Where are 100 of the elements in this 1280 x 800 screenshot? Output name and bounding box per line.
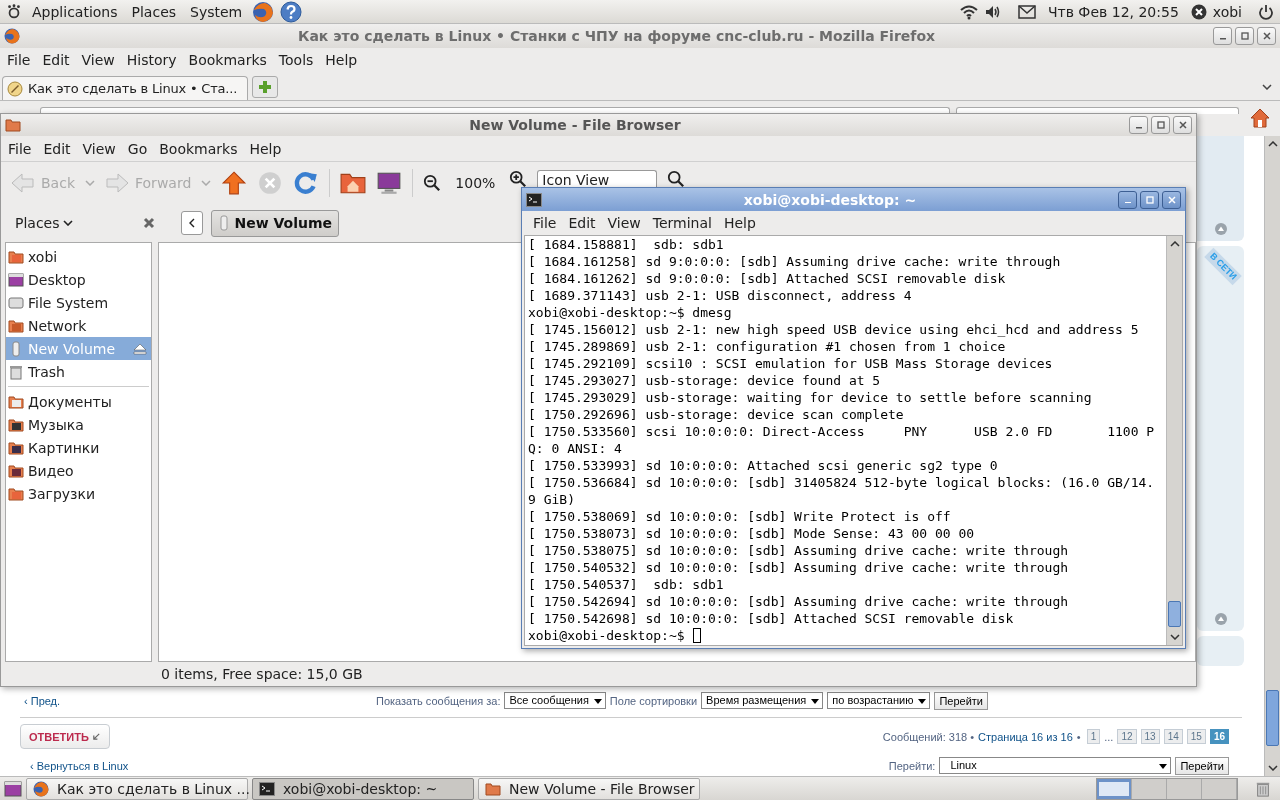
- close-button[interactable]: [1173, 116, 1192, 134]
- view-select[interactable]: Icon View: [537, 170, 658, 187]
- show-desktop-icon[interactable]: [4, 780, 22, 797]
- globe-icon[interactable]: [252, 0, 275, 23]
- sidebar-item[interactable]: Network: [6, 314, 151, 337]
- browser-tab[interactable]: Как это сделать в Linux • Ста...: [2, 76, 248, 100]
- minimize-button[interactable]: [1213, 27, 1232, 45]
- maximize-button[interactable]: [1235, 27, 1254, 45]
- power-icon[interactable]: [1258, 3, 1274, 20]
- caret-down-icon[interactable]: [1267, 765, 1278, 771]
- scrollbar[interactable]: [1166, 236, 1182, 645]
- clock[interactable]: Чтв Фев 12, 20:55: [1047, 3, 1179, 20]
- caret-up-icon[interactable]: [1267, 141, 1278, 147]
- panel-menu[interactable]: Applications: [28, 3, 122, 20]
- reply-button[interactable]: ОТВЕТИТЬ: [20, 724, 110, 749]
- reload-icon[interactable]: [293, 170, 320, 196]
- menu-item[interactable]: File: [528, 215, 562, 231]
- sidebar-item[interactable]: Видео: [6, 459, 151, 482]
- menu-item[interactable]: View: [77, 141, 121, 157]
- menu-item[interactable]: Edit: [38, 141, 76, 157]
- sidebar-item[interactable]: Trash: [6, 360, 151, 383]
- sort-select[interactable]: Время размещения: [701, 692, 824, 709]
- jump-select[interactable]: Linux: [939, 757, 1172, 774]
- menu-item[interactable]: Help: [718, 215, 761, 231]
- go-button[interactable]: Перейти: [934, 691, 988, 710]
- order-select[interactable]: по возрастанию: [827, 692, 931, 709]
- scrollbar-thumb[interactable]: [1168, 601, 1181, 627]
- computer-icon[interactable]: [376, 170, 403, 196]
- maximize-button[interactable]: [1140, 190, 1159, 209]
- menu-item[interactable]: Terminal: [647, 215, 717, 231]
- sidebar-item[interactable]: Музыка: [6, 413, 151, 436]
- maximize-button[interactable]: [1151, 116, 1170, 134]
- scroll-up-icon[interactable]: [1214, 613, 1227, 625]
- zoom-out-icon[interactable]: [423, 174, 442, 192]
- menu-item[interactable]: History: [121, 52, 182, 68]
- foot-icon[interactable]: [6, 3, 22, 20]
- workspace-switcher[interactable]: [1096, 777, 1238, 800]
- scrollbar[interactable]: [1264, 136, 1280, 776]
- menu-item[interactable]: Tools: [273, 52, 319, 68]
- menu-item[interactable]: Help: [244, 141, 287, 157]
- taskbar-button[interactable]: New Volume - File Browser: [478, 777, 700, 800]
- up-arrow-icon[interactable]: [221, 170, 248, 196]
- panel-menu[interactable]: System: [186, 3, 247, 20]
- menu-item[interactable]: Go: [122, 141, 153, 157]
- menu-item[interactable]: Edit: [37, 52, 75, 68]
- new-tab-button[interactable]: [252, 76, 278, 98]
- page-info-link[interactable]: Страница 16 из 16: [978, 730, 1073, 743]
- menu-item[interactable]: Help: [320, 52, 363, 68]
- menu-item[interactable]: View: [76, 52, 120, 68]
- workspace-cell[interactable]: [1202, 778, 1237, 799]
- sidebar-item[interactable]: Картинки: [6, 436, 151, 459]
- zoom-in-icon[interactable]: [509, 170, 528, 188]
- help-icon[interactable]: [280, 0, 303, 23]
- minimize-button[interactable]: [1118, 190, 1137, 209]
- page-link[interactable]: 14: [1163, 729, 1183, 744]
- scrollbar-thumb[interactable]: [1266, 690, 1279, 746]
- page-link[interactable]: 1: [1086, 729, 1101, 744]
- caret-icon[interactable]: [1262, 84, 1272, 90]
- jump-button[interactable]: Перейти: [1175, 756, 1229, 775]
- menu-item[interactable]: File: [2, 52, 36, 68]
- workspace-cell[interactable]: [1167, 778, 1202, 799]
- sidebar-item[interactable]: File System: [6, 291, 151, 314]
- user-status-icon[interactable]: [1190, 3, 1207, 20]
- workspace-cell[interactable]: [1132, 778, 1167, 799]
- page-link[interactable]: 13: [1140, 729, 1160, 744]
- menu-item[interactable]: Edit: [563, 215, 601, 231]
- eject-icon[interactable]: [133, 342, 147, 355]
- mail-icon[interactable]: [1017, 3, 1036, 20]
- close-button[interactable]: [1162, 190, 1181, 209]
- places-dropdown[interactable]: Places: [15, 215, 73, 231]
- menu-item[interactable]: File: [3, 141, 37, 157]
- home-icon[interactable]: [1249, 107, 1271, 129]
- taskbar-button[interactable]: Как это сделать в Linux ...: [26, 777, 248, 800]
- menu-item[interactable]: Bookmarks: [183, 52, 272, 68]
- panel-menu[interactable]: Places: [127, 3, 181, 20]
- path-button[interactable]: New Volume: [210, 209, 340, 237]
- show-select[interactable]: Все сообщения: [504, 692, 606, 709]
- prev-link[interactable]: ‹ Пред.: [24, 694, 61, 707]
- page-link[interactable]: 15: [1186, 729, 1206, 744]
- trash-icon[interactable]: [1254, 780, 1272, 797]
- minimize-button[interactable]: [1129, 116, 1148, 134]
- caret-up-icon[interactable]: [1169, 241, 1180, 247]
- menu-item[interactable]: Bookmarks: [154, 141, 243, 157]
- page-link[interactable]: 12: [1117, 729, 1137, 744]
- menu-item[interactable]: View: [602, 215, 646, 231]
- sidebar-item[interactable]: Загрузки: [6, 482, 151, 505]
- caret-down-icon[interactable]: [1169, 634, 1180, 640]
- wifi-icon[interactable]: [959, 3, 978, 20]
- workspace-cell[interactable]: [1097, 778, 1132, 799]
- sidebar-item[interactable]: Документы: [6, 390, 151, 413]
- user-name[interactable]: xobi: [1212, 3, 1242, 20]
- sidebar-item[interactable]: xobi: [6, 245, 151, 268]
- close-icon[interactable]: [142, 217, 155, 229]
- search-icon[interactable]: [667, 170, 686, 188]
- sidebar-item[interactable]: Desktop: [6, 268, 151, 291]
- path-back-button[interactable]: [180, 211, 203, 235]
- back-link[interactable]: ‹ Вернуться в Linux: [30, 759, 129, 772]
- close-button[interactable]: [1257, 27, 1276, 45]
- scroll-up-icon[interactable]: [1214, 223, 1227, 235]
- taskbar-button[interactable]: xobi@xobi-desktop: ~: [252, 777, 474, 800]
